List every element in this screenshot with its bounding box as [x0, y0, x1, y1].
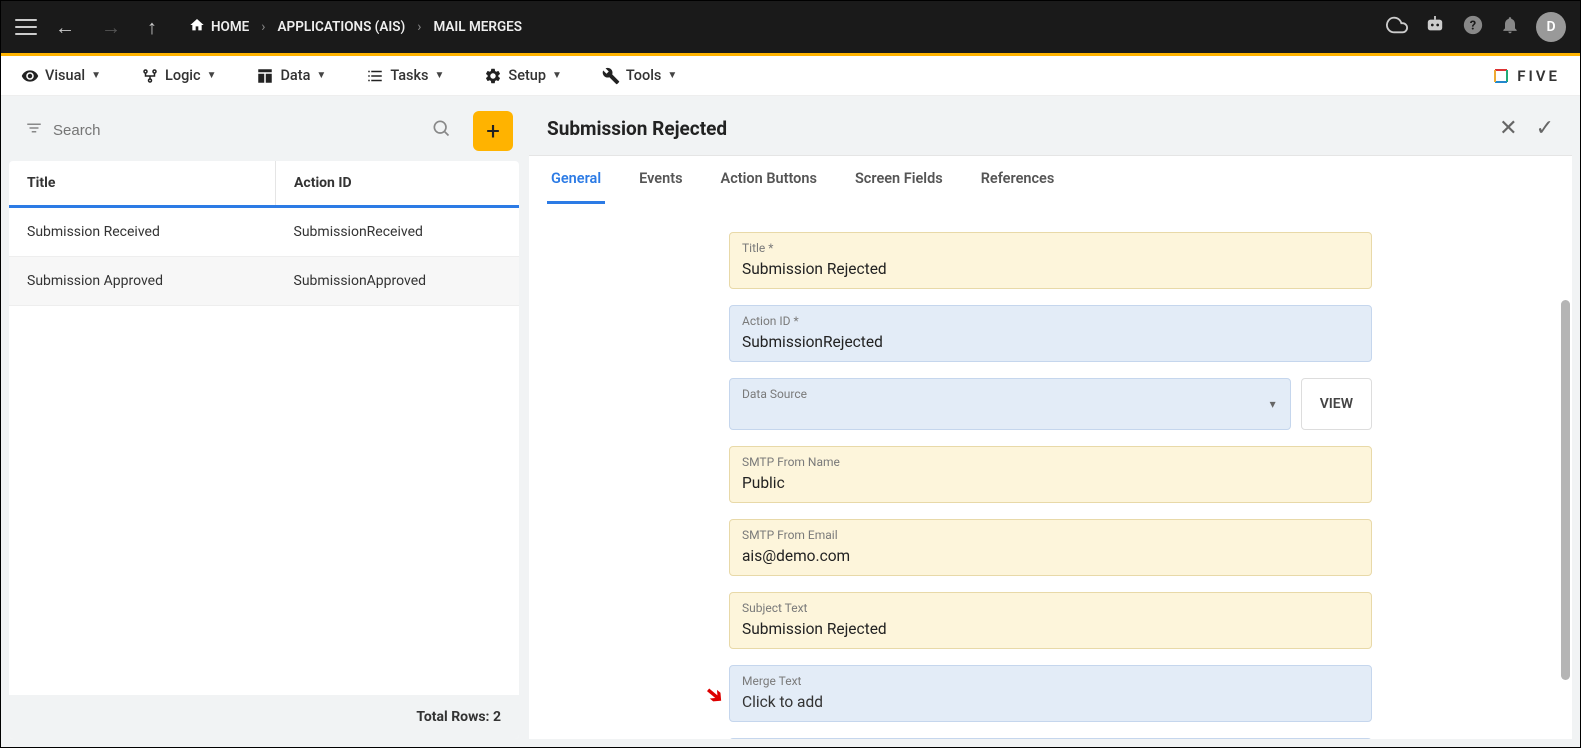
field-value: Public — [742, 474, 785, 492]
field-smtp-name[interactable]: SMTP From Name Public — [729, 446, 1372, 503]
help-icon[interactable]: ? — [1462, 14, 1484, 40]
breadcrumb: HOME › APPLICATIONS (AIS) › MAIL MERGES — [189, 17, 522, 37]
search-input[interactable] — [53, 122, 425, 139]
chevron-right-icon: › — [261, 19, 265, 35]
gear-icon — [484, 67, 502, 85]
logo-icon — [1491, 66, 1511, 86]
search-bar: + — [9, 104, 519, 157]
logic-icon — [141, 67, 159, 85]
field-value: ais@demo.com — [742, 547, 850, 565]
list-table: Title Action ID Submission Received Subm… — [9, 161, 519, 739]
menu-visual[interactable]: Visual▼ — [21, 67, 101, 85]
tab-events[interactable]: Events — [635, 156, 686, 204]
check-icon[interactable]: ✓ — [1536, 116, 1554, 141]
caret-down-icon: ▼ — [435, 70, 445, 81]
back-arrow-icon[interactable]: ← — [47, 11, 83, 44]
breadcrumb-home[interactable]: HOME — [189, 17, 249, 37]
field-label: Action ID * — [742, 314, 1359, 328]
field-label: Subject Text — [742, 601, 1359, 615]
field-title[interactable]: Title * Submission Rejected — [729, 232, 1372, 289]
view-button[interactable]: VIEW — [1301, 378, 1372, 430]
svg-text:?: ? — [1470, 19, 1476, 34]
field-label: Data Source — [742, 387, 1278, 401]
filter-icon[interactable] — [25, 119, 43, 142]
up-arrow-icon[interactable]: ↑ — [139, 11, 165, 44]
table-footer: Total Rows: 2 — [9, 695, 519, 739]
home-icon — [189, 17, 205, 37]
chevron-right-icon: › — [417, 19, 421, 35]
tab-general[interactable]: General — [547, 156, 605, 204]
hamburger-icon[interactable] — [15, 19, 37, 35]
breadcrumb-mail-merges[interactable]: MAIL MERGES — [433, 19, 522, 35]
right-panel: Submission Rejected ✕ ✓ General Events A… — [529, 104, 1572, 739]
brand-logo: FIVE — [1491, 66, 1560, 86]
search-icon[interactable] — [431, 118, 451, 143]
row-title: Submission Approved — [9, 257, 276, 305]
caret-down-icon: ▼ — [316, 70, 326, 81]
field-label: SMTP From Email — [742, 528, 1359, 542]
annotation-arrow-icon: ➔ — [699, 680, 729, 711]
add-button[interactable]: + — [473, 111, 513, 151]
caret-down-icon: ▼ — [552, 70, 562, 81]
tabs: General Events Action Buttons Screen Fie… — [529, 155, 1572, 204]
left-panel: + Title Action ID Submission Received Su… — [9, 104, 519, 739]
row-action-id: SubmissionApproved — [276, 257, 519, 305]
forward-arrow-icon: → — [93, 11, 129, 44]
field-value: SubmissionRejected — [742, 333, 883, 351]
eye-icon — [21, 67, 39, 85]
breadcrumb-applications[interactable]: APPLICATIONS (AIS) — [278, 19, 406, 35]
avatar[interactable]: D — [1536, 12, 1566, 42]
field-help-text[interactable]: Help Text Click to add — [729, 738, 1372, 739]
field-label: SMTP From Name — [742, 455, 1359, 469]
field-data-source[interactable]: Data Source ▾ — [729, 378, 1291, 430]
bell-icon[interactable] — [1500, 15, 1520, 40]
field-label: Title * — [742, 241, 1359, 255]
field-value: Submission Rejected — [742, 260, 887, 278]
scrollbar[interactable] — [1561, 300, 1570, 680]
tab-action-buttons[interactable]: Action Buttons — [717, 156, 821, 204]
row-title: Submission Received — [9, 208, 276, 256]
detail-title: Submission Rejected — [547, 117, 727, 140]
menu-logic[interactable]: Logic▼ — [141, 67, 216, 85]
cloud-icon[interactable] — [1386, 14, 1408, 41]
menu-data[interactable]: Data▼ — [256, 67, 326, 85]
caret-down-icon: ▼ — [207, 70, 217, 81]
tab-screen-fields[interactable]: Screen Fields — [851, 156, 947, 204]
menu-bar: Visual▼ Logic▼ Data▼ Tasks▼ Setup▼ Tools… — [1, 56, 1580, 96]
menu-tools[interactable]: Tools▼ — [602, 67, 677, 85]
close-icon[interactable]: ✕ — [1499, 116, 1517, 141]
table-row[interactable]: Submission Received SubmissionReceived — [9, 208, 519, 257]
detail-header: Submission Rejected ✕ ✓ — [529, 104, 1572, 147]
main-layout: + Title Action ID Submission Received Su… — [1, 96, 1580, 747]
menu-setup[interactable]: Setup▼ — [484, 67, 562, 85]
breadcrumb-home-label: HOME — [211, 19, 249, 35]
tasks-icon — [366, 67, 384, 85]
field-value: Click to add — [742, 693, 823, 711]
field-merge-text[interactable]: Merge Text Click to add — [729, 665, 1372, 722]
tab-references[interactable]: References — [977, 156, 1059, 204]
top-bar: ← → ↑ HOME › APPLICATIONS (AIS) › MAIL M… — [1, 1, 1580, 53]
row-action-id: SubmissionReceived — [276, 208, 519, 256]
chevron-down-icon: ▾ — [1270, 397, 1276, 411]
field-label: Merge Text — [742, 674, 1359, 688]
robot-icon[interactable] — [1424, 15, 1446, 39]
field-smtp-email[interactable]: SMTP From Email ais@demo.com — [729, 519, 1372, 576]
form-area: Title * Submission Rejected Action ID * … — [529, 204, 1572, 739]
caret-down-icon: ▼ — [667, 70, 677, 81]
header-title[interactable]: Title — [9, 161, 276, 205]
menu-tasks[interactable]: Tasks▼ — [366, 67, 444, 85]
tools-icon — [602, 67, 620, 85]
field-subject[interactable]: Subject Text Submission Rejected — [729, 592, 1372, 649]
table-row[interactable]: Submission Approved SubmissionApproved — [9, 257, 519, 306]
table-header: Title Action ID — [9, 161, 519, 208]
table-icon — [256, 67, 274, 85]
caret-down-icon: ▼ — [91, 70, 101, 81]
field-action-id[interactable]: Action ID * SubmissionRejected — [729, 305, 1372, 362]
header-action-id[interactable]: Action ID — [276, 161, 519, 205]
field-value: Submission Rejected — [742, 620, 887, 638]
